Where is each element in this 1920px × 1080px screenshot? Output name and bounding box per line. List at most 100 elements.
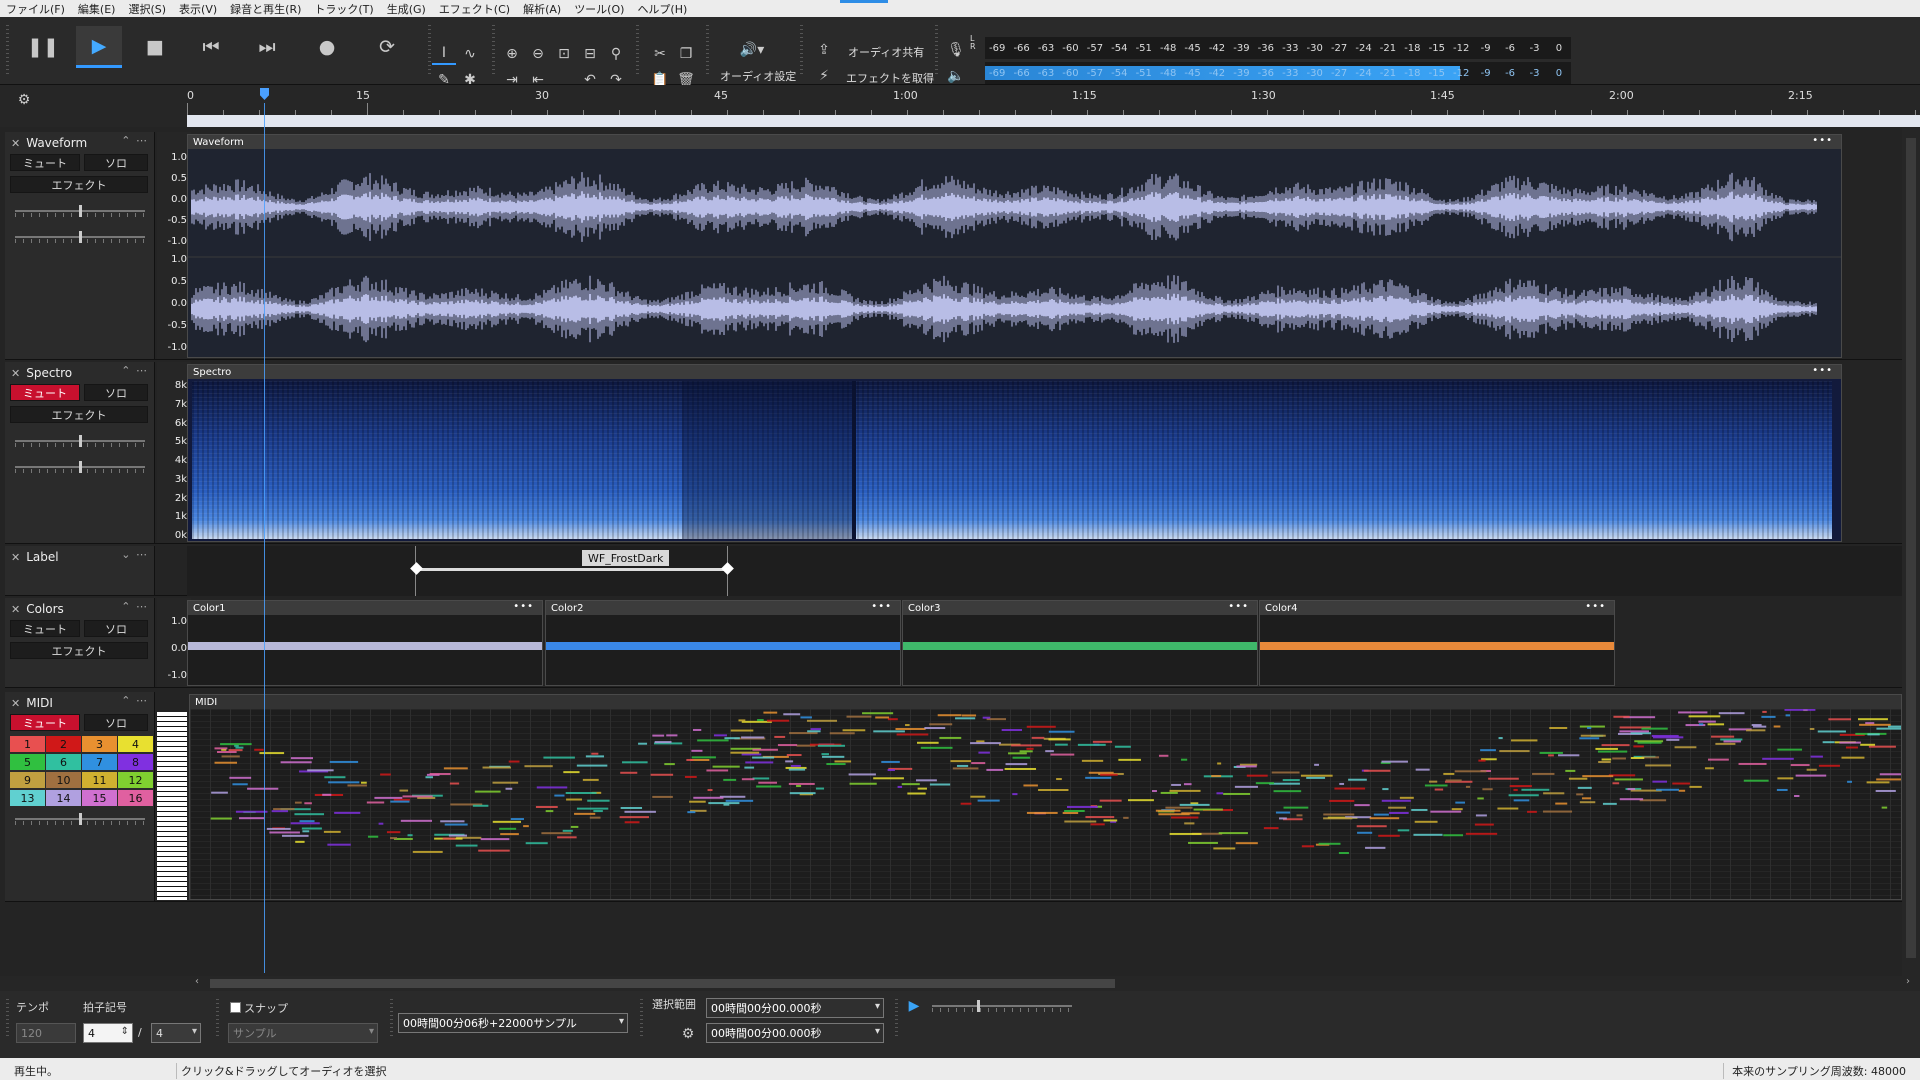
- loop-button[interactable]: ⟳: [364, 26, 410, 68]
- menu-item[interactable]: 解析(A): [523, 1, 561, 17]
- toolbar-grip[interactable]: [390, 999, 393, 1039]
- playback-speed-slider[interactable]: [932, 997, 1072, 1011]
- gain-slider[interactable]: [15, 432, 145, 446]
- track-name[interactable]: Waveform: [26, 136, 87, 150]
- skip-start-button[interactable]: ⏮: [188, 26, 234, 68]
- close-track-icon[interactable]: ✕: [11, 137, 20, 150]
- menu-item[interactable]: トラック(T): [314, 1, 373, 17]
- get-effects-button[interactable]: エフェクトを取得: [846, 70, 934, 86]
- track-header[interactable]: ✕MIDI ⌃ ⋯ ミュート ソロ 1234567891011121314151…: [5, 692, 155, 901]
- toolbar-grip[interactable]: [428, 25, 431, 77]
- label-region[interactable]: [419, 568, 729, 571]
- time-signature-numerator[interactable]: 4⇕: [83, 1023, 133, 1043]
- menu-item[interactable]: 編集(E): [78, 1, 116, 17]
- mute-button[interactable]: ミュート: [10, 154, 80, 171]
- toolbar-grip[interactable]: [6, 25, 9, 77]
- track-header[interactable]: ✕Colors ⌃ ⋯ ミュート ソロ エフェクト: [5, 598, 155, 687]
- menu-item[interactable]: ツール(O): [574, 1, 624, 17]
- midi-channel-button[interactable]: 15: [82, 790, 117, 806]
- snap-checkbox[interactable]: [230, 1002, 241, 1013]
- close-track-icon[interactable]: ✕: [11, 551, 20, 564]
- gain-slider[interactable]: [15, 202, 145, 216]
- clip-name[interactable]: Color2: [551, 603, 583, 614]
- midi-channel-button[interactable]: 11: [82, 772, 117, 788]
- pause-button[interactable]: ❚❚: [20, 26, 66, 68]
- menu-item[interactable]: 生成(G): [387, 1, 426, 17]
- playback-meter[interactable]: -69-66-63-60-57-54-51-48-45-42-39-36-33-…: [985, 62, 1571, 84]
- waveform-display[interactable]: [188, 149, 1841, 357]
- midi-channel-button[interactable]: 8: [118, 754, 153, 770]
- clip-menu-icon[interactable]: •••: [1812, 135, 1833, 146]
- toolbar-grip[interactable]: [935, 25, 938, 77]
- solo-button[interactable]: ソロ: [84, 154, 148, 171]
- tempo-input[interactable]: 120: [16, 1023, 76, 1043]
- scroll-right-icon[interactable]: ›: [1906, 976, 1910, 987]
- color-clip[interactable]: Color1•••: [187, 600, 543, 686]
- color-clip[interactable]: Color3•••: [902, 600, 1258, 686]
- chevron-down-icon[interactable]: ▾: [369, 1026, 374, 1037]
- clip-menu-icon[interactable]: •••: [1585, 601, 1606, 612]
- mute-button[interactable]: ミュート: [10, 714, 80, 731]
- clip-menu-icon[interactable]: •••: [1812, 365, 1833, 376]
- clip-name[interactable]: Color1: [193, 603, 225, 614]
- track-menu-icon[interactable]: ⌃ ⋯: [121, 134, 148, 147]
- selection-settings-icon[interactable]: ⚙: [676, 1023, 700, 1045]
- audio-settings-button[interactable]: オーディオ設定: [720, 68, 796, 84]
- color-clip[interactable]: Color2 •••: [545, 600, 901, 686]
- selection-end-display[interactable]: 00時間00分00.000秒▾: [706, 1023, 884, 1043]
- spectrogram-clip[interactable]: Spectro •••: [187, 364, 1842, 542]
- horizontal-scrollbar[interactable]: ‹ ›: [0, 976, 1920, 991]
- close-track-icon[interactable]: ✕: [11, 697, 20, 710]
- midi-channel-button[interactable]: 3: [82, 736, 117, 752]
- chevron-down-icon[interactable]: ▾: [619, 1016, 624, 1027]
- chevron-down-icon[interactable]: ▾: [192, 1026, 197, 1037]
- clip-name[interactable]: Color4: [1265, 603, 1297, 614]
- effects-button[interactable]: エフェクト: [10, 406, 148, 423]
- track-name[interactable]: MIDI: [26, 696, 53, 710]
- track-header[interactable]: ✕Spectro ⌃ ⋯ ミュート ソロ エフェクト: [5, 362, 155, 543]
- chevron-down-icon[interactable]: ▾: [875, 1001, 880, 1012]
- clip-name[interactable]: MIDI: [195, 697, 217, 708]
- record-meter[interactable]: -69-66-63-60-57-54-51-48-45-42-39-36-33-…: [985, 37, 1571, 59]
- select-tool-icon[interactable]: I: [432, 43, 456, 65]
- share-icon[interactable]: ⇪: [812, 39, 836, 61]
- fit-project-icon[interactable]: ⊟: [578, 43, 602, 65]
- chevron-down-icon[interactable]: ▾: [875, 1026, 880, 1037]
- copy-icon[interactable]: ❐: [674, 43, 698, 65]
- speaker-settings-icon[interactable]: 🔊▾: [735, 39, 769, 61]
- skip-end-button[interactable]: ⏭: [244, 26, 290, 68]
- waveform-clip[interactable]: Waveform•••: [187, 134, 1842, 358]
- zoom-in-icon[interactable]: ⊕: [500, 43, 524, 65]
- toolbar-grip[interactable]: [492, 25, 495, 77]
- menu-item[interactable]: ヘルプ(H): [637, 1, 687, 17]
- close-track-icon[interactable]: ✕: [11, 367, 20, 380]
- share-audio-button[interactable]: オーディオ共有: [848, 44, 924, 60]
- midi-channel-button[interactable]: 1: [10, 736, 45, 752]
- midi-channel-button[interactable]: 7: [82, 754, 117, 770]
- cut-icon[interactable]: ✂: [648, 43, 672, 65]
- effects-button[interactable]: エフェクト: [10, 176, 148, 193]
- snap-select[interactable]: サンプル▾: [228, 1023, 378, 1043]
- toolbar-grip[interactable]: [216, 999, 219, 1039]
- midi-channel-button[interactable]: 12: [118, 772, 153, 788]
- playback-speaker-icon[interactable]: 🔈: [944, 65, 968, 87]
- fit-selection-icon[interactable]: ⊡: [552, 43, 576, 65]
- clip-menu-icon[interactable]: •••: [871, 601, 892, 612]
- spinner-icon[interactable]: ⇕: [121, 1026, 129, 1037]
- track-header[interactable]: ✕Label ⌄ ⋯: [5, 546, 155, 595]
- track-name[interactable]: Spectro: [26, 366, 72, 380]
- clip-name[interactable]: Spectro: [193, 367, 231, 378]
- toolbar-grip[interactable]: [800, 25, 803, 77]
- midi-channel-button[interactable]: 10: [46, 772, 81, 788]
- track-menu-icon[interactable]: ⌃ ⋯: [121, 694, 148, 707]
- midi-clip[interactable]: MIDI: [189, 694, 1902, 900]
- ruler-scale[interactable]: 01530451:001:151:301:452:002:15: [187, 85, 1920, 115]
- velocity-slider[interactable]: [15, 810, 145, 824]
- piano-keyboard[interactable]: [157, 712, 187, 900]
- midi-channel-button[interactable]: 5: [10, 754, 45, 770]
- menu-item[interactable]: ファイル(F): [6, 1, 65, 17]
- vertical-scrollbar[interactable]: [1902, 128, 1920, 976]
- midi-channel-button[interactable]: 14: [46, 790, 81, 806]
- microphone-icon[interactable]: 🎙: [944, 39, 968, 61]
- vertical-scroll-thumb[interactable]: [1906, 138, 1916, 958]
